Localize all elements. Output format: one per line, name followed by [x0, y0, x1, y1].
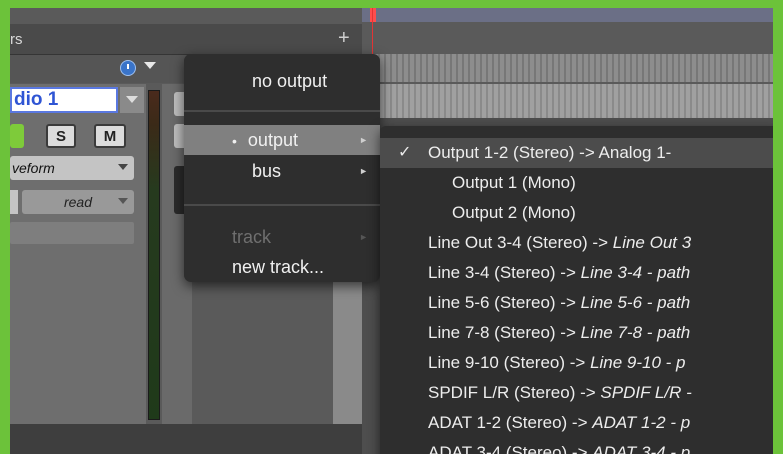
automation-mode-select[interactable]: read — [22, 190, 134, 214]
submenu-item-line-3-4[interactable]: Line 3-4 (Stereo) -> Line 3-4 - path — [380, 258, 773, 288]
menu-item-new-track[interactable]: new track... — [184, 252, 380, 282]
triangle-right-icon: ► — [359, 135, 368, 145]
checkmark-icon: ✓ — [398, 144, 412, 161]
submenu-item-output-1[interactable]: Output 1 (Mono) — [380, 168, 773, 198]
playlist-button[interactable] — [10, 190, 18, 214]
mute-button[interactable]: M — [94, 124, 126, 148]
menu-item-label: no output — [252, 71, 328, 91]
track-controls: dio 1 S M veform read — [10, 84, 146, 424]
menu-item-output[interactable]: • output ► — [184, 125, 380, 155]
solo-button[interactable]: S — [46, 124, 76, 148]
bullet-icon: • — [232, 133, 237, 149]
timeline-lane-upper[interactable] — [362, 54, 773, 82]
submenu-item-output-1-2[interactable]: ✓ Output 1-2 (Stereo) -> Analog 1- — [380, 138, 773, 168]
menu-item-bus[interactable]: bus ► — [184, 156, 380, 186]
menu-item-label: output — [247, 130, 298, 150]
output-popup-menu: no output • output ► bus ► track ► new t… — [184, 54, 380, 282]
tracks-panel-header: rs + — [10, 24, 362, 55]
menu-separator — [184, 110, 380, 112]
submenu-item-output-2[interactable]: Output 2 (Mono) — [380, 198, 773, 228]
menu-item-label: bus — [252, 161, 282, 181]
clock-icon[interactable] — [120, 60, 136, 76]
plus-icon[interactable]: + — [338, 27, 350, 50]
record-enable-button[interactable] — [10, 124, 24, 148]
empty-control-slot — [10, 222, 134, 244]
timeline-lane-clip[interactable] — [362, 84, 773, 118]
menu-item-track: track ► — [184, 222, 380, 252]
chevron-down-icon[interactable] — [144, 62, 156, 69]
menu-item-label: track — [232, 227, 272, 247]
pro-tools-edit-window: rs + dio 1 S M veform read no output • o… — [10, 8, 773, 454]
menu-item-label: new track... — [232, 257, 325, 277]
tracks-panel-title: rs — [10, 31, 23, 48]
triangle-right-icon: ► — [359, 166, 368, 176]
submenu-item-line-7-8[interactable]: Line 7-8 (Stereo) -> Line 7-8 - path — [380, 318, 773, 348]
submenu-item-spdif[interactable]: SPDIF L/R (Stereo) -> SPDIF L/R - — [380, 378, 773, 408]
track-view-select[interactable]: veform — [10, 156, 134, 180]
track-name-field[interactable]: dio 1 — [10, 87, 118, 113]
submenu-item-line-out-3-4[interactable]: Line Out 3-4 (Stereo) -> Line Out 3 — [380, 228, 773, 258]
menu-separator — [184, 204, 380, 206]
output-submenu: ✓ Output 1-2 (Stereo) -> Analog 1- Outpu… — [380, 126, 773, 454]
submenu-item-adat-3-4[interactable]: ADAT 3-4 (Stereo) -> ADAT 3-4 - p — [380, 438, 773, 454]
level-meter — [148, 90, 160, 420]
submenu-item-line-5-6[interactable]: Line 5-6 (Stereo) -> Line 5-6 - path — [380, 288, 773, 318]
menu-item-no-output[interactable]: no output — [184, 66, 380, 96]
triangle-right-icon: ► — [359, 232, 368, 242]
submenu-item-adat-1-2[interactable]: ADAT 1-2 (Stereo) -> ADAT 1-2 - p — [380, 408, 773, 438]
track-name-menu-button[interactable] — [120, 87, 144, 113]
timeline-ruler[interactable] — [362, 8, 773, 22]
playhead-marker[interactable] — [370, 8, 376, 22]
tracks-panel-footer — [10, 424, 362, 454]
submenu-item-line-9-10[interactable]: Line 9-10 (Stereo) -> Line 9-10 - p — [380, 348, 773, 378]
